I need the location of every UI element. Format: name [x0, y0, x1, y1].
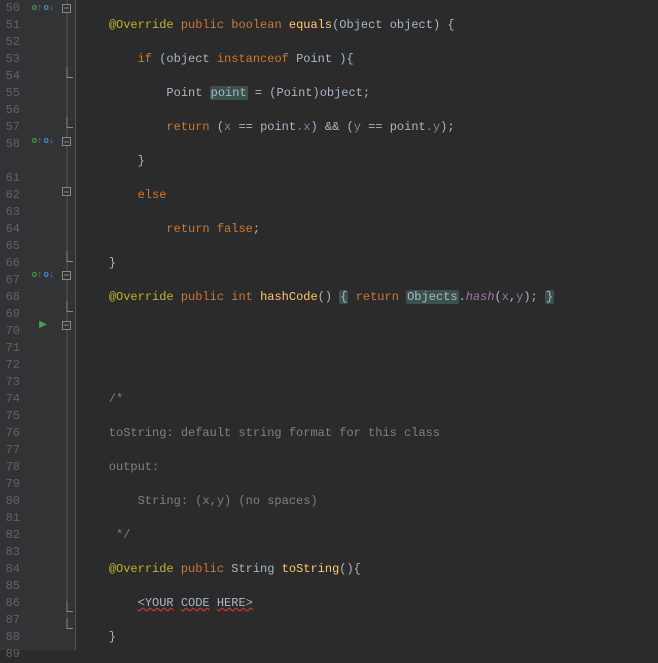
code-line: /* — [80, 391, 658, 408]
code-line: return false; — [80, 221, 658, 238]
line-number: 80 — [0, 493, 20, 510]
line-number: 67 — [0, 272, 20, 289]
fold-end-icon — [62, 309, 71, 314]
line-number: 78 — [0, 459, 20, 476]
line-number: 52 — [0, 34, 20, 51]
editor-gutter: 50 51 52 53 54 55 56 57 58 61 62 63 64 6… — [0, 0, 76, 650]
line-number: 87 — [0, 612, 20, 629]
code-line: <YOUR CODE HERE> — [80, 595, 658, 612]
fold-column — [58, 0, 76, 650]
line-number: 89 — [0, 646, 20, 663]
override-up-icon: o↑ — [32, 0, 43, 17]
code-editor[interactable]: @Override public boolean equals(Object o… — [76, 0, 658, 650]
line-number: 57 — [0, 119, 20, 136]
line-number: 63 — [0, 204, 20, 221]
line-number: 64 — [0, 221, 20, 238]
line-number: 76 — [0, 425, 20, 442]
code-line: Point point = (Point)object; — [80, 85, 658, 102]
fold-toggle-icon[interactable] — [62, 321, 71, 330]
line-number: 74 — [0, 391, 20, 408]
line-number: 66 — [0, 255, 20, 272]
line-number: 61 — [0, 170, 20, 187]
line-number: 55 — [0, 85, 20, 102]
override-down-icon: o↓ — [44, 267, 55, 284]
line-number: 88 — [0, 629, 20, 646]
code-line: if (object instanceof Point ){ — [80, 51, 658, 68]
line-number: 75 — [0, 408, 20, 425]
code-line: @Override public int hashCode() { return… — [80, 289, 658, 306]
line-number: 81 — [0, 510, 20, 527]
line-number: 68 — [0, 289, 20, 306]
line-number: 70 — [0, 323, 20, 340]
line-number: 65 — [0, 238, 20, 255]
line-number: 86 — [0, 595, 20, 612]
override-marker[interactable]: o↑o↓ — [28, 133, 58, 150]
line-number: 71 — [0, 340, 20, 357]
fold-end-icon — [62, 125, 71, 130]
fold-toggle-icon[interactable] — [62, 137, 71, 146]
fold-toggle-icon[interactable] — [62, 4, 71, 13]
line-number: 77 — [0, 442, 20, 459]
code-line: @Override public String toString(){ — [80, 561, 658, 578]
line-number: 69 — [0, 306, 20, 323]
code-line: } — [80, 153, 658, 170]
code-line: } — [80, 255, 658, 272]
line-numbers: 50 51 52 53 54 55 56 57 58 61 62 63 64 6… — [0, 0, 28, 650]
override-down-icon: o↓ — [44, 133, 55, 150]
code-line — [80, 323, 658, 340]
run-icon: ▶ — [39, 317, 47, 334]
line-number: 83 — [0, 544, 20, 561]
code-line — [80, 357, 658, 374]
override-down-icon: o↓ — [44, 0, 55, 17]
code-line: else — [80, 187, 658, 204]
fold-toggle-icon[interactable] — [62, 187, 71, 196]
override-up-icon: o↑ — [32, 133, 43, 150]
fold-end-icon — [62, 259, 71, 264]
override-marker[interactable]: o↑o↓ — [28, 0, 58, 17]
line-number: 53 — [0, 51, 20, 68]
fold-end-icon — [62, 75, 71, 80]
line-number: 85 — [0, 578, 20, 595]
line-number: 54 — [0, 68, 20, 85]
fold-end-icon — [62, 609, 71, 614]
fold-end-icon — [62, 626, 71, 631]
gutter-markers: o↑o↓ o↑o↓ o↑o↓ ▶ — [28, 0, 58, 650]
line-number — [0, 153, 20, 170]
code-line: return (x == point.x) && (y == point.y); — [80, 119, 658, 136]
override-up-icon: o↑ — [32, 267, 43, 284]
line-number: 50 — [0, 0, 20, 17]
code-line: output: — [80, 459, 658, 476]
line-number: 62 — [0, 187, 20, 204]
line-number: 82 — [0, 527, 20, 544]
fold-toggle-icon[interactable] — [62, 271, 71, 280]
line-number: 73 — [0, 374, 20, 391]
line-number: 84 — [0, 561, 20, 578]
code-line: @Override public boolean equals(Object o… — [80, 17, 658, 34]
code-line: } — [80, 629, 658, 646]
code-line: String: (x,y) (no spaces) — [80, 493, 658, 510]
line-number: 58 — [0, 136, 20, 153]
override-marker[interactable]: o↑o↓ — [28, 267, 58, 284]
line-number: 72 — [0, 357, 20, 374]
line-number: 56 — [0, 102, 20, 119]
line-number: 51 — [0, 17, 20, 34]
code-line: */ — [80, 527, 658, 544]
run-marker[interactable]: ▶ — [28, 317, 58, 334]
line-number: 79 — [0, 476, 20, 493]
code-line: toString: default string format for this… — [80, 425, 658, 442]
